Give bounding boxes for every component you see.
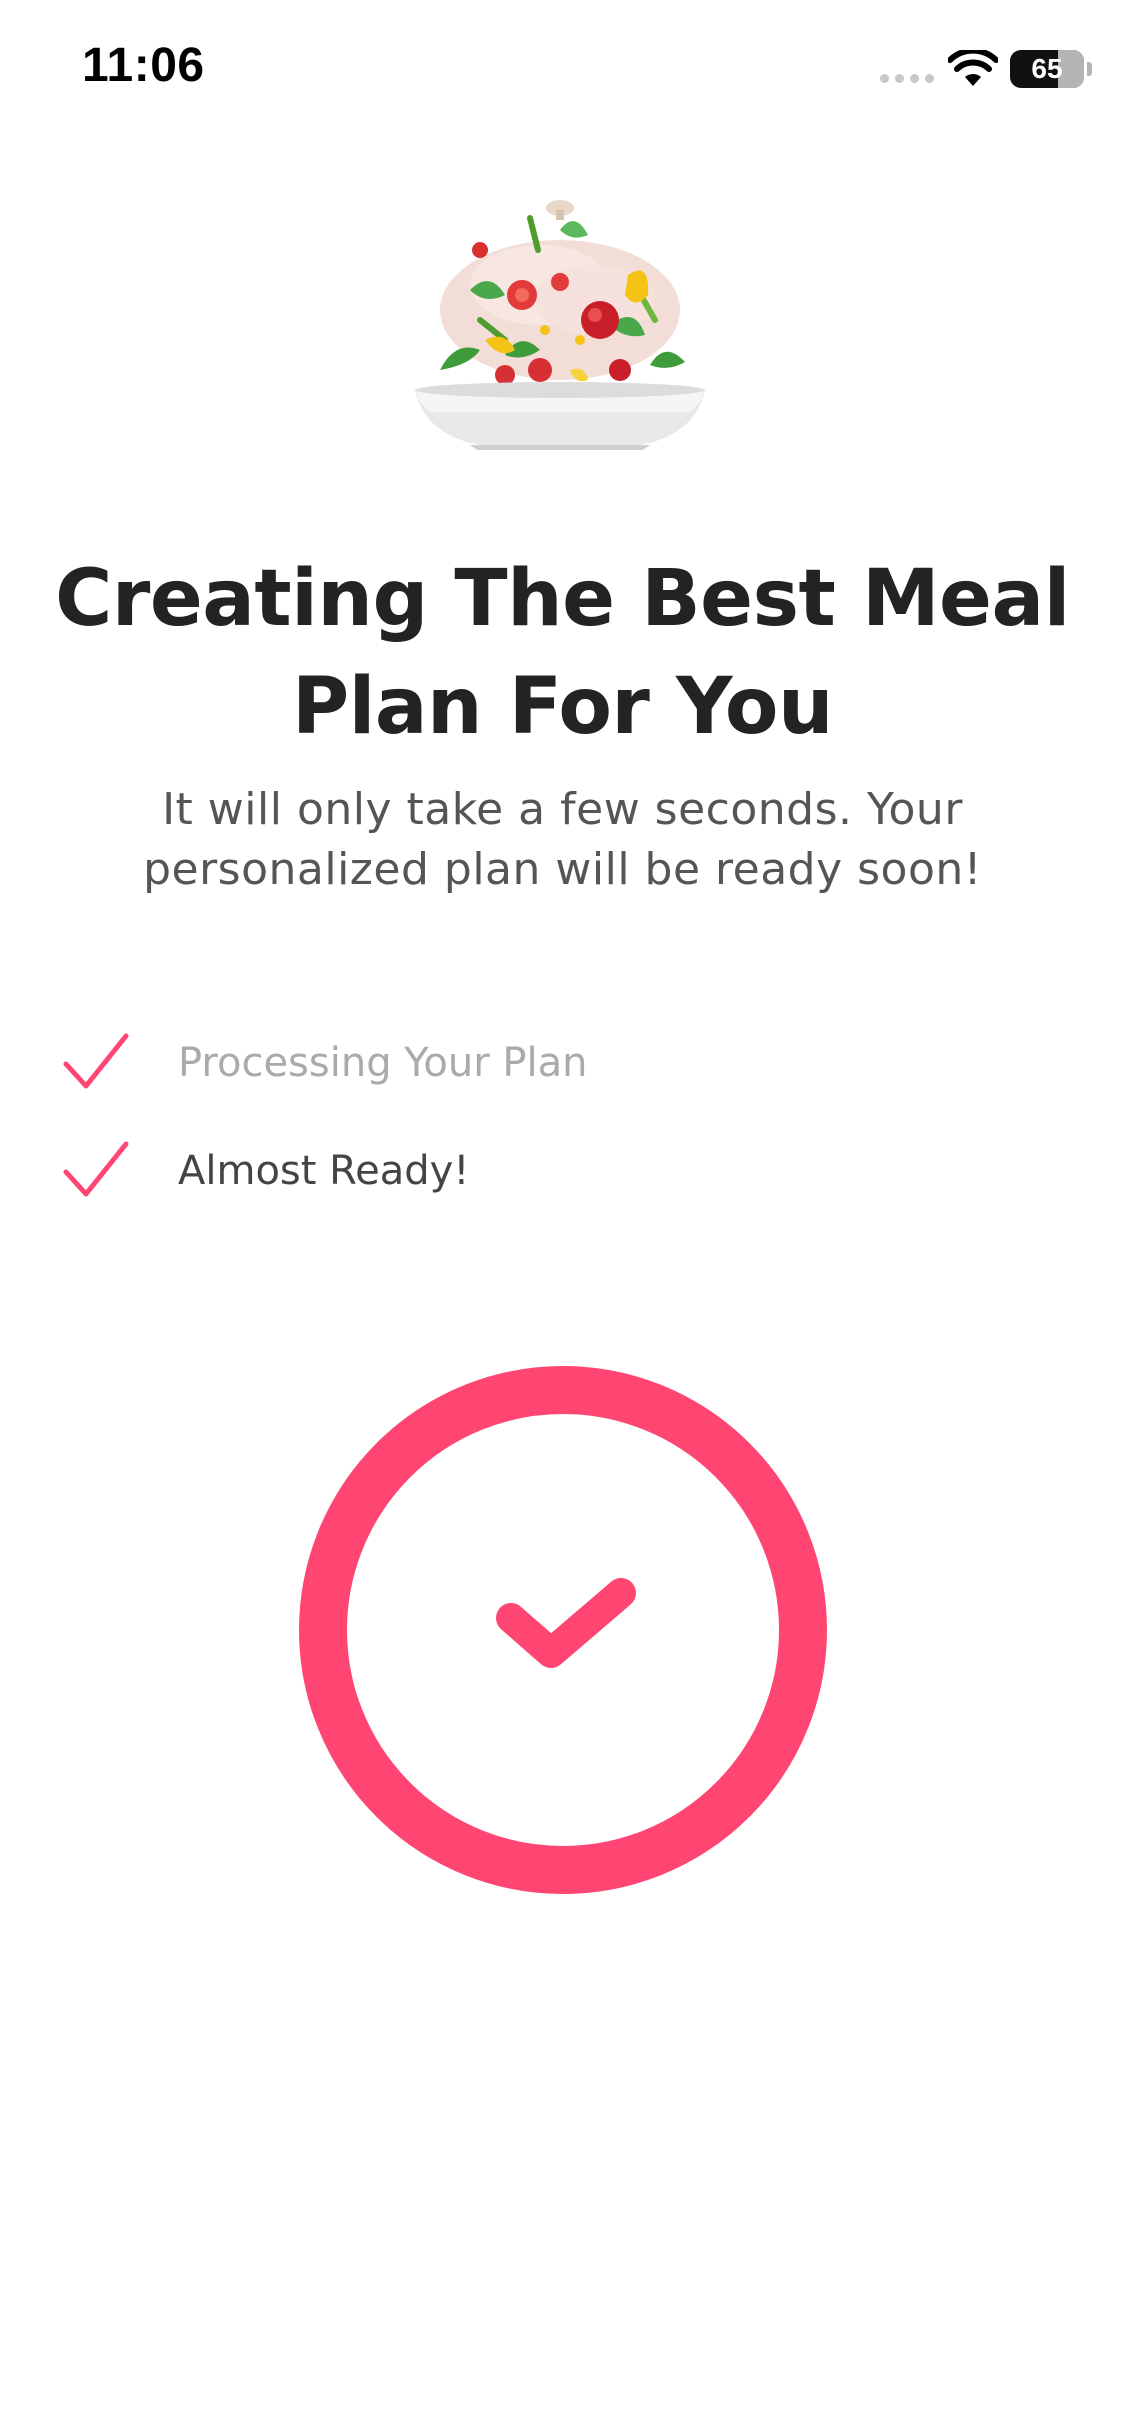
- salad-bowl-icon: [415, 200, 705, 450]
- step-almost-ready: Almost Ready!: [62, 1133, 1062, 1241]
- wifi-icon: [948, 50, 998, 86]
- battery-tip: [1087, 62, 1092, 76]
- step-label: Processing Your Plan: [178, 1040, 588, 1086]
- status-time: 11:06: [82, 39, 205, 92]
- cellular-signal-icon: [880, 74, 934, 83]
- checkmark-icon: [63, 1033, 129, 1089]
- page-subtitle: It will only take a few seconds. Your pe…: [143, 784, 982, 895]
- battery-icon: 65: [1010, 50, 1084, 88]
- status-bar: 11:06 65: [0, 0, 1125, 140]
- page-title: Creating The Best Meal Plan For You: [55, 554, 1070, 752]
- circle-check-icon: [299, 1366, 827, 1894]
- step-label: Almost Ready!: [178, 1148, 470, 1194]
- battery-level: 65: [1031, 53, 1063, 84]
- progress-steps: Processing Your Plan Almost Ready!: [62, 1025, 1062, 1241]
- step-processing-plan: Processing Your Plan: [62, 1025, 1062, 1133]
- checkmark-icon: [63, 1141, 129, 1197]
